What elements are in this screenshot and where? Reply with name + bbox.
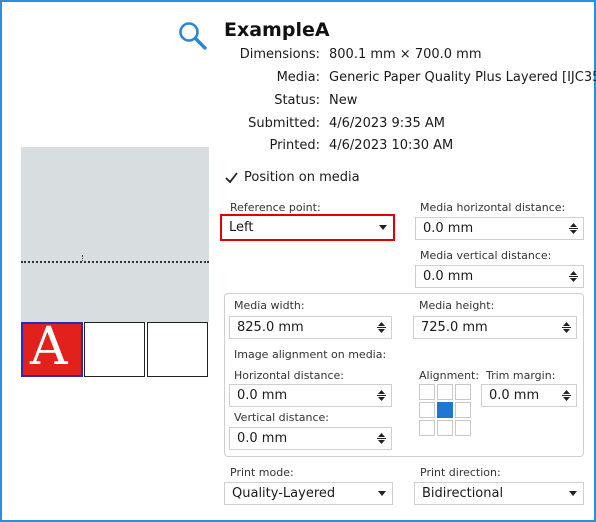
media-preview	[21, 147, 209, 322]
image-alignment-section-label: Image alignment on media:	[234, 348, 387, 361]
align-middle-center[interactable]	[437, 402, 453, 418]
status-value: New	[329, 93, 358, 108]
print-mode-select[interactable]: Quality-Layered	[224, 482, 393, 505]
chevron-down-icon	[373, 225, 393, 230]
vertical-distance-value: 0.0 mm	[237, 431, 288, 446]
align-top-left[interactable]	[419, 384, 435, 400]
spinner-icon[interactable]	[563, 271, 583, 282]
media-h-distance-value: 0.0 mm	[423, 221, 474, 236]
media-height-value: 725.0 mm	[421, 320, 488, 335]
media-v-distance-value: 0.0 mm	[423, 269, 474, 284]
media-height-label: Media height:	[419, 299, 495, 312]
thumbnail-selected[interactable]: A	[21, 322, 83, 377]
print-direction-value: Bidirectional	[422, 486, 504, 501]
align-middle-right[interactable]	[455, 402, 471, 418]
trim-margin-input[interactable]: 0.0 mm	[481, 384, 577, 407]
align-top-center[interactable]	[437, 384, 453, 400]
print-direction-label: Print direction:	[420, 466, 501, 479]
checkmark-icon	[225, 172, 238, 184]
thumbnail-letter: A	[30, 322, 68, 377]
media-width-label: Media width:	[234, 299, 305, 312]
media-label: Media:	[276, 70, 320, 85]
status-label: Status:	[274, 93, 320, 108]
thumbnail-empty[interactable]	[147, 322, 208, 377]
media-h-distance-input[interactable]: 0.0 mm	[415, 217, 584, 240]
print-mode-label: Print mode:	[230, 466, 294, 479]
trim-margin-value: 0.0 mm	[489, 388, 540, 403]
submitted-label: Submitted:	[248, 116, 320, 131]
align-bottom-right[interactable]	[455, 420, 471, 436]
position-on-media-checkbox[interactable]	[224, 170, 239, 185]
horizontal-distance-label: Horizontal distance:	[234, 369, 344, 382]
horizontal-distance-input[interactable]: 0.0 mm	[229, 384, 392, 407]
job-title: ExampleA	[224, 19, 330, 41]
alignment-grid	[419, 384, 471, 436]
align-bottom-center[interactable]	[437, 420, 453, 436]
position-on-media-row[interactable]: Position on media	[224, 170, 360, 185]
vertical-distance-input[interactable]: 0.0 mm	[229, 427, 392, 450]
printed-value: 4/6/2023 10:30 AM	[329, 138, 454, 153]
position-on-media-label: Position on media	[244, 170, 360, 185]
print-direction-select[interactable]: Bidirectional	[414, 482, 584, 505]
media-edge-line	[21, 261, 209, 263]
dimensions-label: Dimensions:	[239, 47, 320, 62]
reference-point-label: Reference point:	[230, 201, 321, 214]
media-value: Generic Paper Quality Plus Layered [IJC3…	[329, 70, 596, 85]
media-center-tick	[82, 255, 83, 261]
spinner-icon[interactable]	[371, 433, 391, 444]
spinner-icon[interactable]	[563, 223, 583, 234]
chevron-down-icon	[372, 491, 392, 496]
media-v-distance-label: Media vertical distance:	[420, 249, 552, 262]
media-v-distance-input[interactable]: 0.0 mm	[415, 265, 584, 288]
search-icon[interactable]	[177, 20, 209, 52]
media-h-distance-label: Media horizontal distance:	[420, 201, 566, 214]
media-height-input[interactable]: 725.0 mm	[413, 316, 577, 339]
window-frame: ExampleA Dimensions: 800.1 mm × 700.0 mm…	[0, 0, 596, 522]
spinner-icon[interactable]	[556, 390, 576, 401]
thumbnail-empty[interactable]	[84, 322, 145, 377]
trim-margin-label: Trim margin:	[486, 369, 556, 382]
horizontal-distance-value: 0.0 mm	[237, 388, 288, 403]
spinner-icon[interactable]	[556, 322, 576, 333]
spinner-icon[interactable]	[371, 390, 391, 401]
reference-point-value: Left	[229, 220, 254, 235]
media-width-input[interactable]: 825.0 mm	[229, 316, 392, 339]
align-middle-left[interactable]	[419, 402, 435, 418]
printed-label: Printed:	[269, 138, 320, 153]
print-mode-value: Quality-Layered	[232, 486, 336, 501]
submitted-value: 4/6/2023 9:35 AM	[329, 116, 445, 131]
dimensions-value: 800.1 mm × 700.0 mm	[329, 47, 482, 62]
align-top-right[interactable]	[455, 384, 471, 400]
media-width-value: 825.0 mm	[237, 320, 304, 335]
vertical-distance-label: Vertical distance:	[234, 411, 329, 424]
align-bottom-left[interactable]	[419, 420, 435, 436]
reference-point-select[interactable]: Left	[220, 214, 395, 241]
alignment-label: Alignment:	[419, 369, 480, 382]
chevron-down-icon	[563, 491, 583, 496]
spinner-icon[interactable]	[371, 322, 391, 333]
